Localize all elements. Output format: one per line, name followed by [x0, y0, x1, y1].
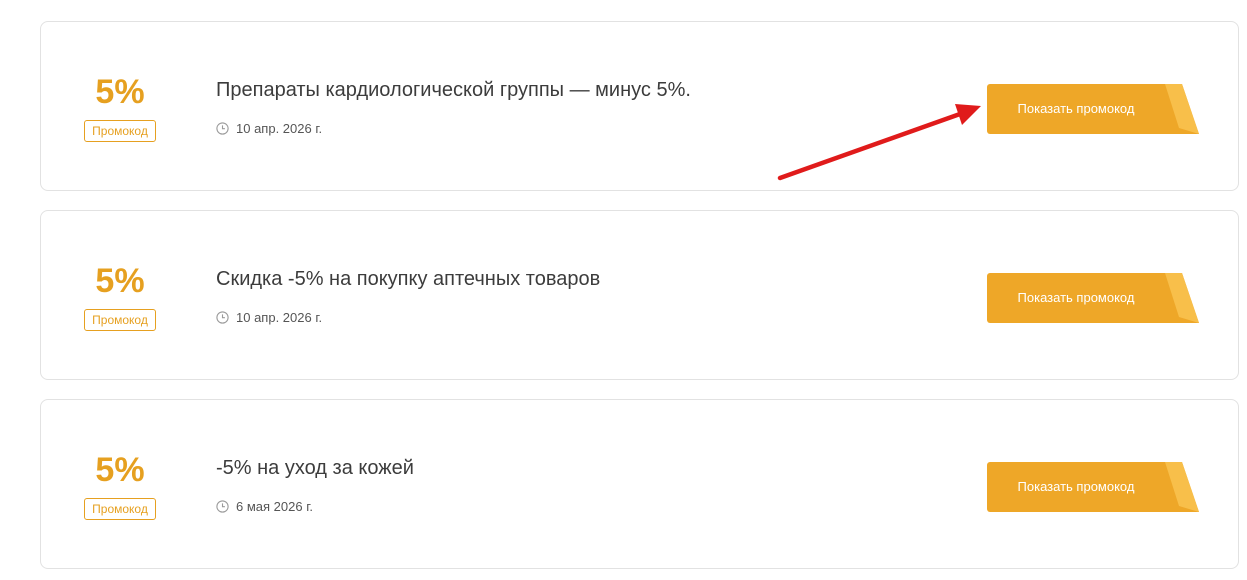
- promo-badge: Промокод: [84, 120, 156, 142]
- offer-date-row: 6 мая 2026 г.: [216, 498, 313, 514]
- discount-value: 5%: [95, 73, 145, 111]
- offer-title: -5% на уход за кожей: [216, 457, 414, 479]
- discount-value: 5%: [95, 262, 145, 300]
- discount-block: 5% Промокод: [81, 72, 159, 142]
- promo-badge: Промокод: [84, 498, 156, 520]
- promo-list: 5% Промокод Препараты кардиологической г…: [0, 0, 1247, 580]
- show-promo-button[interactable]: Показать промокод: [987, 273, 1199, 323]
- promo-card: 5% Промокод -5% на уход за кожей 6 мая 2…: [40, 399, 1239, 569]
- promo-card: 5% Промокод Препараты кардиологической г…: [40, 21, 1239, 191]
- offer-date: 10 апр. 2026 г.: [236, 120, 323, 136]
- show-promo-label: Показать промокод: [1017, 479, 1135, 494]
- show-promo-button[interactable]: Показать промокод: [987, 84, 1199, 134]
- discount-block: 5% Промокод: [81, 261, 159, 331]
- offer-date-row: 10 апр. 2026 г.: [216, 120, 322, 136]
- offer-title: Препараты кардиологической группы — мину…: [216, 79, 691, 101]
- show-promo-button[interactable]: Показать промокод: [987, 462, 1199, 512]
- promo-badge: Промокод: [84, 309, 156, 331]
- offer-date: 6 мая 2026 г.: [236, 498, 313, 514]
- show-promo-label: Показать промокод: [1017, 290, 1135, 305]
- offer-date-row: 10 апр. 2026 г.: [216, 309, 322, 325]
- clock-icon: [216, 121, 229, 135]
- show-promo-label: Показать промокод: [1017, 101, 1135, 116]
- promo-card: 5% Промокод Скидка -5% на покупку аптечн…: [40, 210, 1239, 380]
- discount-value: 5%: [95, 451, 145, 489]
- discount-block: 5% Промокод: [81, 450, 159, 520]
- offer-title: Скидка -5% на покупку аптечных товаров: [216, 268, 601, 290]
- offer-date: 10 апр. 2026 г.: [236, 309, 323, 325]
- clock-icon: [216, 310, 229, 324]
- clock-icon: [216, 499, 229, 513]
